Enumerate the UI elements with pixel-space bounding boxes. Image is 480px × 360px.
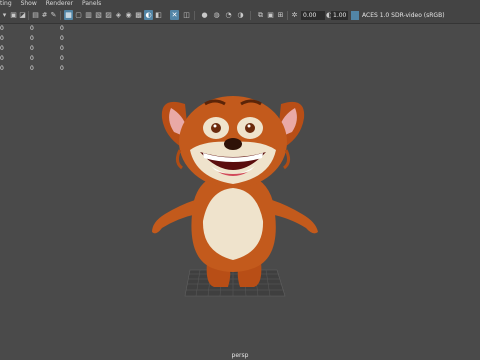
hud-stats: 0 0 0 0 0 0 0 0 0 0 0 0 0 0 0 (0, 25, 70, 75)
camera-attributes-icon[interactable]: ▣ (9, 10, 18, 20)
hud-row: 0 0 0 (0, 55, 64, 62)
exposure-icon[interactable]: ✲ (290, 10, 299, 20)
hud-row: 0 0 0 (0, 65, 64, 72)
panel-menubar: ting Show Renderer Panels (0, 0, 480, 8)
grid-icon[interactable]: # (40, 10, 49, 20)
textured-icon[interactable]: ▩ (134, 10, 143, 20)
color-space-dropdown[interactable]: ACES 1.0 SDR-video (sRGB) (362, 11, 445, 20)
menu-lighting[interactable]: ting (0, 0, 12, 7)
film-gate-icon[interactable]: ✎ (49, 10, 58, 20)
gate-mask-icon[interactable]: ▢ (74, 10, 83, 20)
camera-name-label: persp (231, 352, 249, 359)
shadows-icon[interactable]: ◧ (154, 10, 163, 20)
exposure-field[interactable] (301, 11, 325, 20)
safe-action-icon[interactable]: ▧ (94, 10, 103, 20)
camera-select-icon[interactable]: ▾ (0, 10, 9, 20)
field-chart-icon[interactable]: ▥ (84, 10, 93, 20)
image-plane-icon[interactable]: ▤ (31, 10, 40, 20)
bookmark-icon[interactable]: ◪ (18, 10, 27, 20)
hud-row: 0 0 0 (0, 35, 64, 42)
motion-blur-icon[interactable]: ◍ (212, 10, 221, 20)
fox-character[interactable] (152, 96, 318, 287)
hud-row: 0 0 0 (0, 25, 64, 32)
ambient-occlusion-icon[interactable]: ● (200, 10, 209, 20)
anti-alias-icon[interactable]: ◔ (224, 10, 233, 20)
resolution-gate-icon[interactable]: ▦ (64, 10, 73, 20)
3d-viewport[interactable] (0, 24, 480, 360)
menu-show[interactable]: Show (21, 0, 37, 7)
color-management-toggle[interactable] (351, 11, 359, 20)
channel-icon[interactable]: ⊞ (276, 10, 285, 20)
isolate-select-icon[interactable]: ◫ (182, 10, 191, 20)
smooth-shade-icon[interactable]: ◉ (124, 10, 133, 20)
hud-icon[interactable]: ▣ (266, 10, 275, 20)
wireframe-icon[interactable]: ◈ (114, 10, 123, 20)
ground-grid (184, 269, 286, 297)
stereo-icon[interactable]: ⧉ (256, 10, 265, 20)
viewport-toolbar: ▾ ▣ ◪ ▤ # ✎ ▦ ▢ ▥ ▧ ▨ ◈ ◉ ▩ ◐ ◧ ✕ ◫ ● ◍ … (0, 8, 480, 24)
safe-title-icon[interactable]: ▨ (104, 10, 113, 20)
hud-row: 0 0 0 (0, 45, 64, 52)
xray-icon[interactable]: ✕ (170, 10, 179, 20)
lights-icon[interactable]: ◐ (144, 10, 153, 20)
gamma-field[interactable] (331, 11, 348, 20)
menu-renderer[interactable]: Renderer (46, 0, 73, 7)
menu-panels[interactable]: Panels (82, 0, 101, 7)
depth-of-field-icon[interactable]: ◑ (236, 10, 245, 20)
